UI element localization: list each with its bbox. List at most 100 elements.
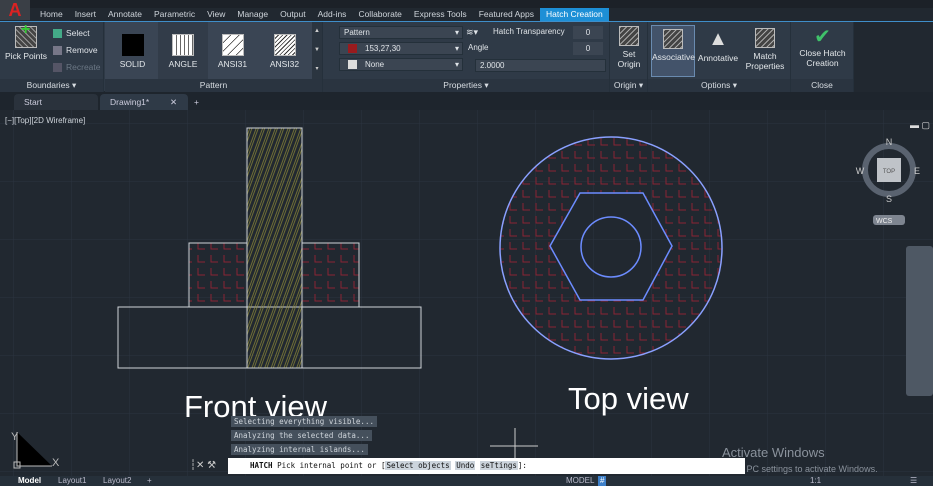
properties-panel: Pattern ▾ 153,27,30 ▾ None ▾ ≋▾ Hatch Trans… [323,22,610,92]
match-properties-icon [755,28,775,48]
ribbon-tab-parametric[interactable]: Parametric [148,8,201,21]
activate-windows-sub: Go to PC settings to activate Windows. [722,464,878,474]
navigation-bar[interactable] [906,246,933,396]
option-undo[interactable]: Undo [455,461,476,470]
set-origin-label: Set Origin [617,49,641,69]
ribbon-tab-collaborate[interactable]: Collaborate [352,8,407,21]
ribbon-tabs: Home Insert Annotate Parametric View Manage Ou… [34,8,609,21]
top-view-label: Top view [568,381,689,416]
app-menu-button[interactable]: A [0,0,30,20]
recreate-icon [53,62,62,72]
background-color-dropdown[interactable]: None ▾ [339,58,463,71]
pattern-ansi31[interactable]: ANSI31 [210,34,255,69]
ribbon: + Pick Points Select Remove Recreate Bou… [0,21,933,92]
match-properties-button[interactable]: Match Properties [743,28,787,71]
pattern-angle[interactable]: ANGLE [158,22,208,79]
customize-menu-icon[interactable]: ☰ [910,476,917,486]
select-label: Select [66,28,90,38]
checkmark-icon: ✔ [814,26,831,48]
associative-toggle[interactable]: Associative [651,25,695,77]
command-line-close-icon[interactable]: ┆✕ ⚒ [190,460,216,471]
close-title: Close [791,79,853,92]
ribbon-tab-annotate[interactable]: Annotate [102,8,148,21]
command-input[interactable]: HATCH Pick internal point or [Select obj… [228,458,745,474]
pick-points-button[interactable]: + Pick Points [4,22,48,62]
solid-swatch-icon [121,34,144,56]
model-space-toggle[interactable]: MODEL [566,476,594,486]
layout-tab-layout1[interactable]: Layout1 [58,476,86,486]
ribbon-tab-insert[interactable]: Insert [69,8,102,21]
hatch-color-dropdown[interactable]: 153,27,30 ▾ [339,42,463,55]
recreate-button[interactable]: Recreate [53,62,101,72]
angle-input[interactable]: 0 [573,42,603,55]
ucs-y-label: Y [11,431,19,443]
pick-points-label: Pick Points [4,51,48,61]
ribbon-tab-express-tools[interactable]: Express Tools [408,8,473,21]
pick-points-icon: + [15,22,37,48]
match-properties-label: Match Properties [745,51,785,71]
drawing-viewport[interactable]: Y X Front view Top view Activate Windows… [0,110,933,476]
compass-w: W [856,166,865,176]
status-bar: Model Layout1 Layout2 + MODEL # 1:1 ☰ [0,476,933,486]
file-tab-drawing1[interactable]: Drawing1* ✕ [100,94,188,110]
pattern-label: ANSI32 [269,59,300,69]
pattern-label: ANSI31 [217,59,248,69]
option-settings[interactable]: seTtings [479,461,518,470]
new-tab-button[interactable]: + [190,94,199,110]
grid-toggle-icon[interactable]: # [598,476,607,486]
transparency-input[interactable]: 0 [573,26,603,39]
close-tab-icon[interactable]: ✕ [170,94,177,110]
pattern-solid[interactable]: SOLID [110,34,155,69]
compass-e: E [914,166,920,176]
set-origin-button[interactable]: Set Origin [612,26,646,69]
origin-panel: Set Origin Origin ▾ [610,22,648,92]
ribbon-empty [854,22,933,92]
boundaries-title[interactable]: Boundaries ▾ [0,79,103,92]
pattern-label: SOLID [119,59,146,69]
hatch-type-dropdown[interactable]: Pattern ▾ [339,26,463,39]
remove-button[interactable]: Remove [53,45,98,55]
pattern-title: Pattern [105,79,322,92]
associative-icon [663,29,683,49]
scale-spinner[interactable]: 2.0000 [475,59,606,72]
ribbon-tab-add-ins[interactable]: Add-ins [312,8,353,21]
ribbon-tab-featured-apps[interactable]: Featured Apps [473,8,540,21]
add-layout-button[interactable]: + [147,476,152,486]
ansi31-swatch-icon [221,34,244,56]
pattern-panel: SOLID ANGLE ANSI31 ANSI32 ▲ ▼ ▾ Pattern [105,22,323,92]
select-button[interactable]: Select [53,28,90,38]
close-hatch-creation-button[interactable]: ✔ Close Hatch Creation [792,26,853,68]
ribbon-tab-view[interactable]: View [201,8,231,21]
layout-tab-model[interactable]: Model [18,476,41,486]
viewcube-face[interactable]: TOP [883,169,895,175]
ribbon-tab-manage[interactable]: Manage [231,8,274,21]
layout-tab-layout2[interactable]: Layout2 [103,476,131,486]
command-history-line: Selecting everything visible... [231,416,377,427]
annotative-toggle[interactable]: ▲ Annotative [696,28,740,63]
none-swatch [348,60,357,70]
ribbon-tab-hatch-creation[interactable]: Hatch Creation [539,8,609,21]
close-hatch-label: Close Hatch Creation [799,48,846,68]
color-swatch [348,44,357,54]
select-icon [53,28,62,38]
annotation-scale[interactable]: 1:1 [810,476,821,486]
ribbon-tab-home[interactable]: Home [34,8,69,21]
transparency-label: Hatch Transparency [489,26,573,39]
wcs-dropdown[interactable]: WCS [876,218,893,225]
options-title[interactable]: Options ▾ [648,79,790,92]
viewport-window-controls[interactable]: ▬ ▢ ✕ [910,120,933,130]
properties-title[interactable]: Properties ▾ [323,79,609,92]
origin-title[interactable]: Origin ▾ [610,79,647,92]
ucs-x-label: X [52,457,60,469]
pattern-ansi32[interactable]: ANSI32 [262,34,307,69]
remove-icon [53,45,62,55]
compass-n: N [886,137,893,147]
ribbon-tab-output[interactable]: Output [274,8,312,21]
associative-label: Associative [652,52,695,62]
pattern-scroll[interactable]: ▲ ▼ ▾ [312,22,322,79]
viewport-controls-label[interactable]: [−][Top][2D Wireframe] [5,116,85,125]
file-tabs: Start Drawing1* ✕ + [0,92,933,110]
command-history-line: Analyzing the selected data... [231,430,373,441]
file-tab-start[interactable]: Start [14,94,98,110]
option-select-objects[interactable]: Select objects [385,461,451,470]
